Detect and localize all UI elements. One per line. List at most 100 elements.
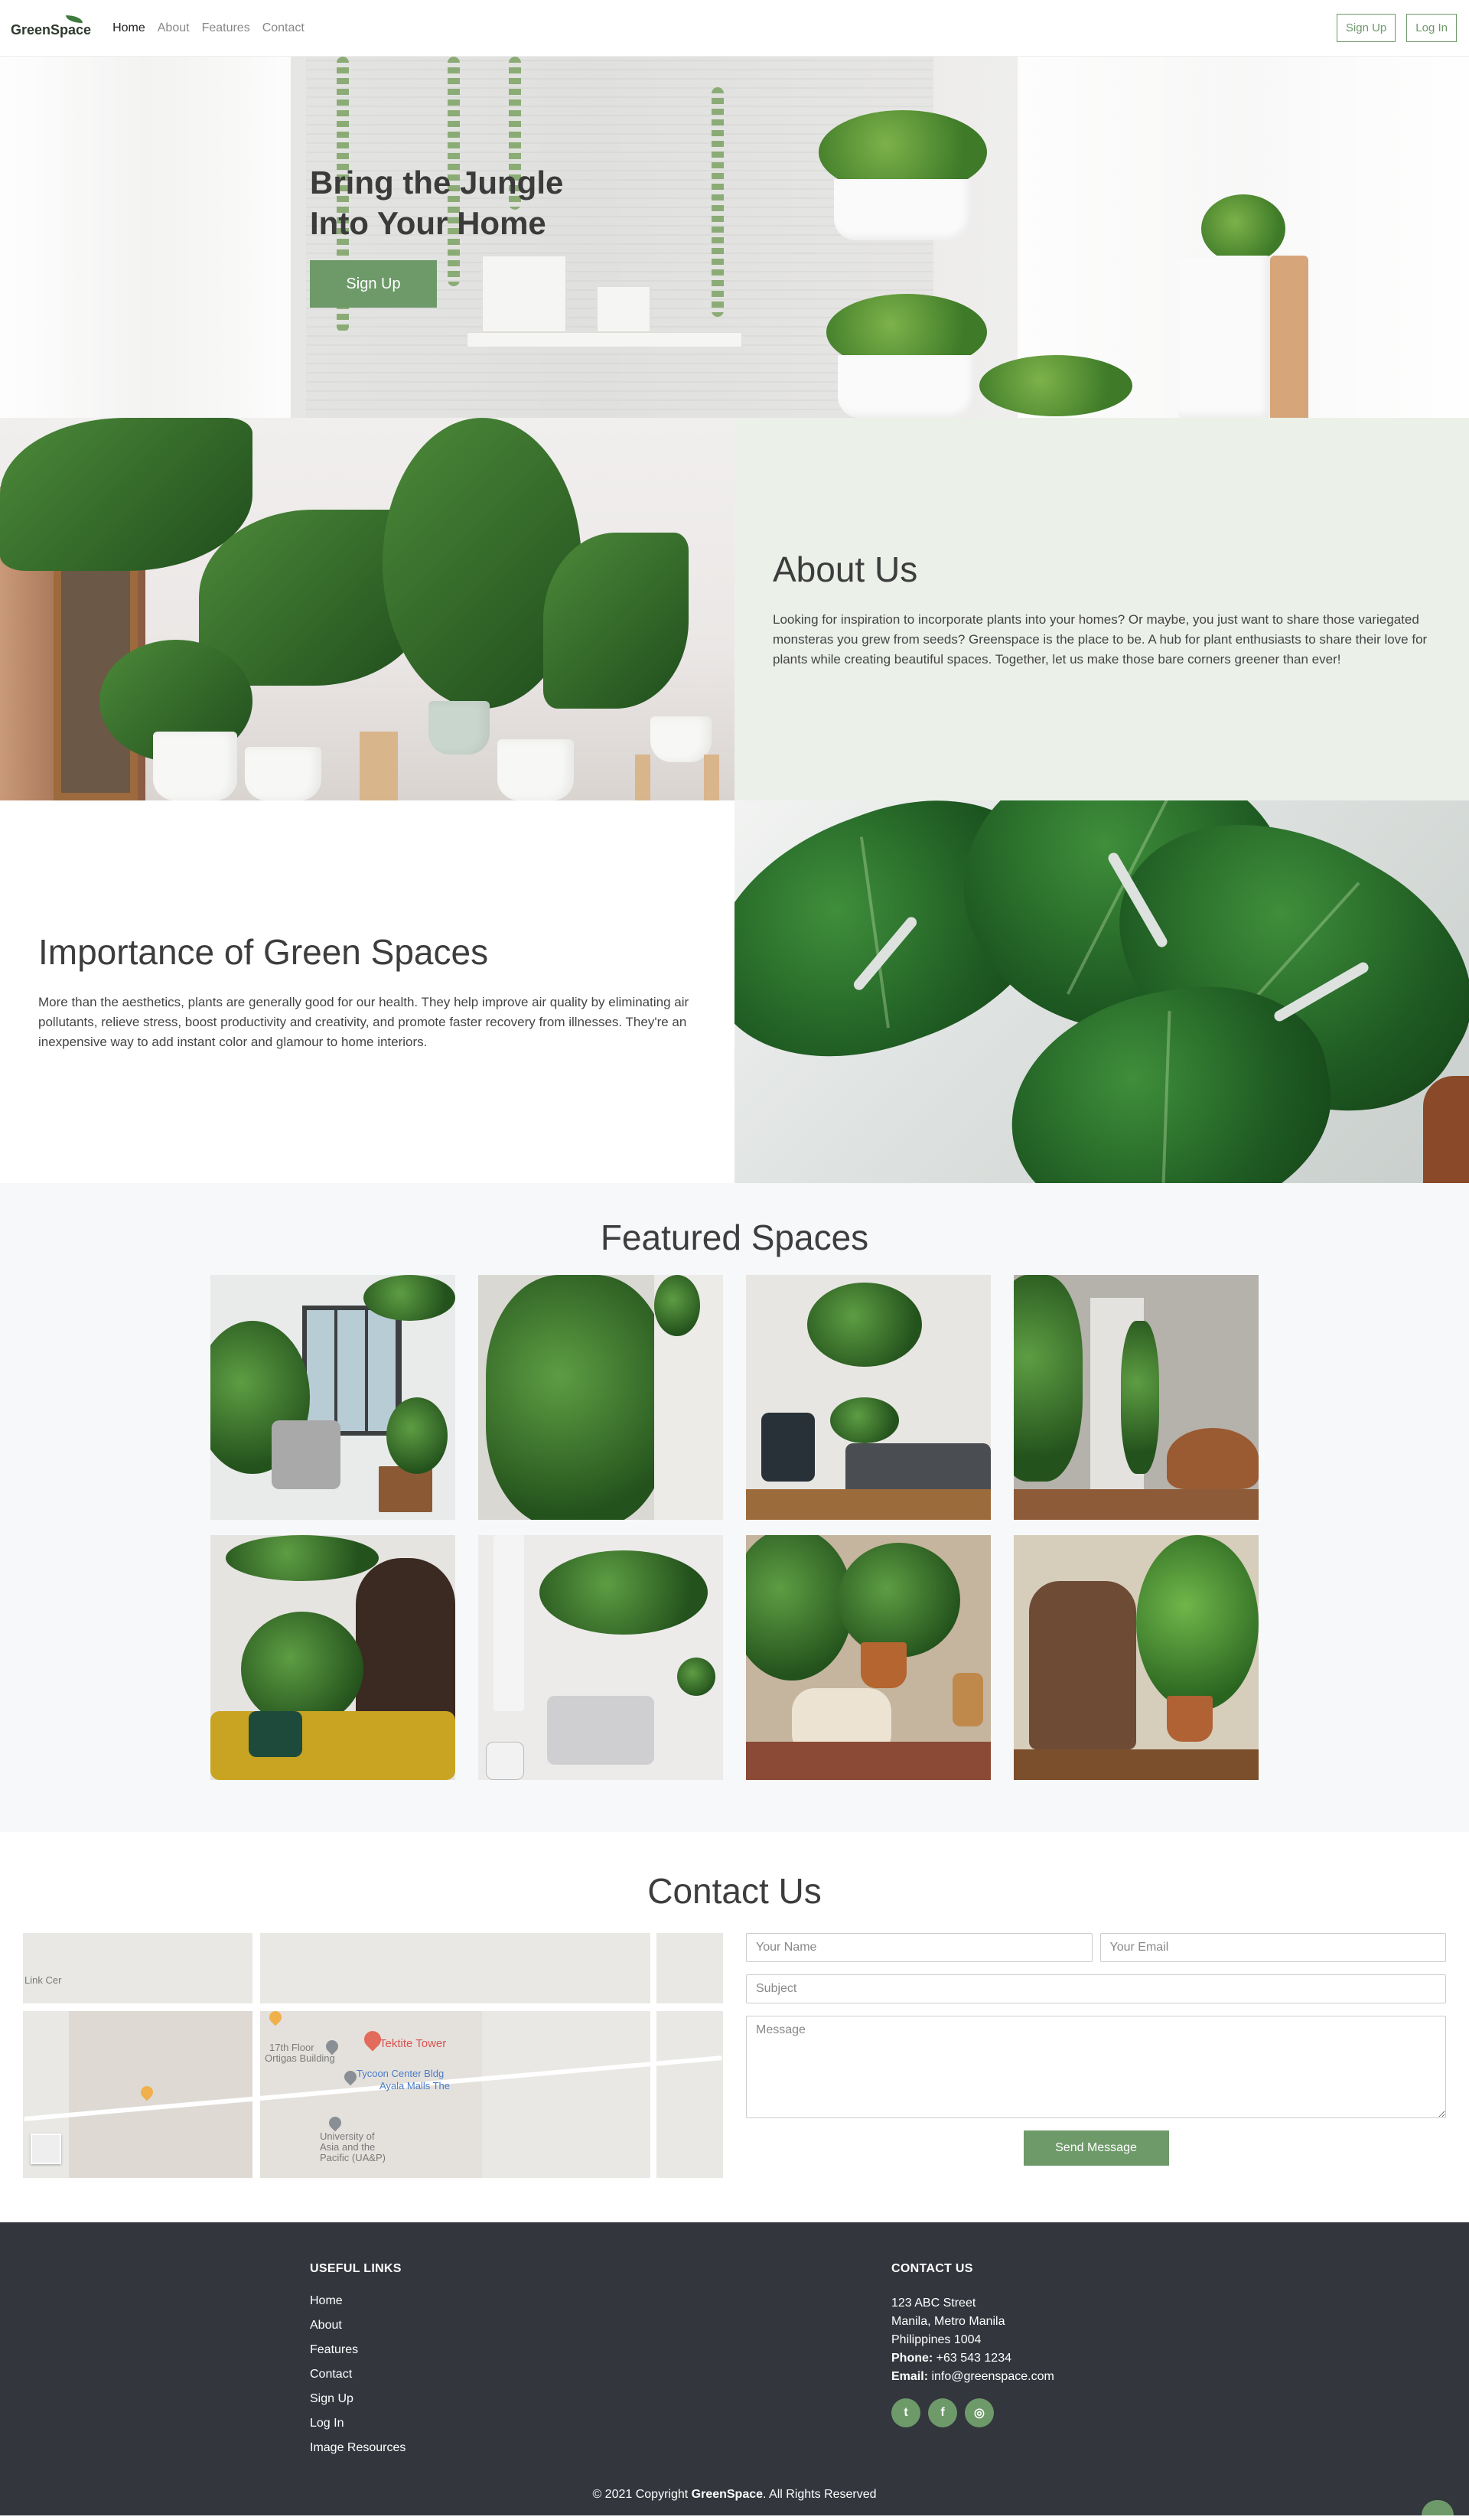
tile-plant bbox=[1136, 1535, 1259, 1711]
nav-login-button[interactable]: Log In bbox=[1406, 14, 1457, 42]
tile-plant bbox=[807, 1283, 922, 1367]
hero-watering-can bbox=[1178, 256, 1270, 418]
footer-link-home[interactable]: Home bbox=[310, 2294, 891, 2308]
hero-wooden-handle bbox=[1270, 256, 1308, 418]
footer-contact-title: CONTACT US bbox=[891, 2262, 973, 2275]
featured-tile[interactable] bbox=[746, 1275, 991, 1520]
importance-title: Importance of Green Spaces bbox=[38, 932, 489, 972]
snake-plant bbox=[543, 533, 689, 709]
map-label-link: Link Cer bbox=[24, 1974, 62, 1986]
basket bbox=[953, 1673, 983, 1726]
featured-tile[interactable] bbox=[210, 1535, 455, 1780]
palm-leaf bbox=[0, 418, 252, 571]
contact-title: Contact Us bbox=[647, 1871, 822, 1911]
featured-tile[interactable] bbox=[210, 1275, 455, 1520]
instagram-icon[interactable]: ◎ bbox=[965, 2398, 994, 2427]
hero-hanging-pot bbox=[834, 179, 972, 240]
twitter-icon[interactable]: t bbox=[891, 2398, 920, 2427]
featured-tile[interactable] bbox=[1014, 1535, 1259, 1780]
hanging-vine bbox=[712, 87, 724, 317]
hero-section: Bring the Jungle Into Your Home Sign Up bbox=[0, 57, 1469, 418]
hero-signup-button[interactable]: Sign Up bbox=[310, 260, 437, 308]
tile-plant bbox=[241, 1612, 363, 1726]
footer-link-features[interactable]: Features bbox=[310, 2343, 891, 2357]
subject-input[interactable] bbox=[746, 1974, 1446, 2003]
terracotta-pot bbox=[861, 1642, 907, 1688]
footer-link-image-resources[interactable]: Image Resources bbox=[310, 2441, 891, 2455]
white-pot bbox=[245, 747, 321, 800]
map-label-place: Tektite Tower bbox=[379, 2037, 447, 2050]
cable-box bbox=[493, 1535, 524, 1711]
featured-title: Featured Spaces bbox=[600, 1218, 869, 1257]
tile-plant bbox=[654, 1275, 700, 1336]
tile-plant bbox=[486, 1275, 669, 1520]
copyright-prefix: © 2021 Copyright bbox=[592, 2488, 689, 2501]
logo[interactable]: GreenSpace bbox=[11, 15, 91, 38]
nav-signup-button[interactable]: Sign Up bbox=[1336, 14, 1396, 42]
yellow-sofa bbox=[210, 1711, 455, 1780]
nav-link-features[interactable]: Features bbox=[202, 21, 250, 35]
facebook-icon[interactable]: f bbox=[928, 2398, 957, 2427]
map-road bbox=[23, 2003, 723, 2011]
message-textarea[interactable] bbox=[746, 2016, 1446, 2118]
tile-plant bbox=[746, 1535, 853, 1681]
hero-shelf bbox=[467, 332, 742, 347]
leather-armchair bbox=[1029, 1581, 1136, 1749]
wooden-stool bbox=[704, 755, 719, 800]
about-plants-image bbox=[0, 418, 734, 800]
name-input[interactable] bbox=[746, 1933, 1093, 1962]
email-value[interactable]: info@greenspace.com bbox=[931, 2370, 1054, 2383]
footer-link-contact[interactable]: Contact bbox=[310, 2368, 891, 2381]
white-pot bbox=[650, 716, 712, 762]
white-pot bbox=[153, 732, 237, 800]
hero-title: Bring the Jungle Into Your Home bbox=[310, 165, 564, 241]
featured-tile[interactable] bbox=[1014, 1275, 1259, 1520]
map-label-building: Ortigas Building bbox=[265, 2052, 335, 2064]
cushion bbox=[761, 1413, 815, 1482]
send-message-button[interactable]: Send Message bbox=[1023, 2130, 1169, 2166]
send-wrap: Send Message bbox=[746, 2130, 1446, 2166]
hero-curtain-left bbox=[0, 57, 291, 418]
nav-link-contact[interactable]: Contact bbox=[262, 21, 305, 35]
wooden-stool bbox=[635, 755, 650, 800]
tile-plant bbox=[386, 1397, 448, 1474]
map-label-ayala: Ayala Malls The bbox=[379, 2080, 451, 2091]
tile-plant bbox=[1121, 1321, 1159, 1474]
clay-pot bbox=[1423, 1076, 1469, 1183]
email-input[interactable] bbox=[1099, 1933, 1446, 1962]
footer-link-about[interactable]: About bbox=[310, 2319, 891, 2333]
contact-form: Send Message bbox=[746, 1933, 1446, 2178]
map-block bbox=[69, 2010, 283, 2178]
copyright-brand: GreenSpace bbox=[691, 2488, 764, 2501]
armchair bbox=[272, 1420, 340, 1489]
form-row-name-email bbox=[746, 1933, 1446, 1962]
white-pot bbox=[497, 739, 574, 800]
back-to-top-button[interactable] bbox=[1422, 2500, 1454, 2515]
tile-plant bbox=[363, 1275, 455, 1321]
featured-tile[interactable] bbox=[746, 1535, 991, 1780]
nav-link-home[interactable]: Home bbox=[112, 21, 145, 35]
speaker bbox=[486, 1742, 524, 1780]
footer-address-line: Philippines 1004 bbox=[891, 2333, 982, 2346]
map-control-button[interactable] bbox=[31, 2134, 61, 2164]
cushion bbox=[249, 1711, 302, 1757]
footer-phone: Phone: +63 543 1234 bbox=[891, 2349, 1274, 2368]
tile-plant bbox=[226, 1535, 379, 1581]
white-pot bbox=[428, 701, 490, 755]
social-links: t f ◎ bbox=[891, 2398, 1274, 2427]
importance-text: More than the aesthetics, plants are gen… bbox=[38, 995, 689, 1049]
rug bbox=[746, 1742, 991, 1780]
featured-tile[interactable] bbox=[478, 1275, 723, 1520]
map-embed[interactable]: Tektite Tower 17th Floor Ortigas Buildin… bbox=[23, 1933, 723, 2178]
featured-tile[interactable] bbox=[478, 1535, 723, 1780]
navbar: GreenSpace Home About Features Contact S… bbox=[0, 0, 1469, 57]
hero-plant-foliage bbox=[1201, 194, 1285, 263]
footer-link-signup[interactable]: Sign Up bbox=[310, 2392, 891, 2406]
map-label-floor: 17th Floor bbox=[269, 2042, 314, 2053]
footer-link-login[interactable]: Log In bbox=[310, 2417, 891, 2430]
footer-address-line: 123 ABC Street bbox=[891, 2297, 976, 2310]
dog bbox=[1167, 1428, 1259, 1489]
email-label: Email: bbox=[891, 2370, 929, 2383]
nav-link-about[interactable]: About bbox=[158, 21, 190, 35]
footer-useful-links: USEFUL LINKS Home About Features Contact… bbox=[310, 2262, 891, 2466]
